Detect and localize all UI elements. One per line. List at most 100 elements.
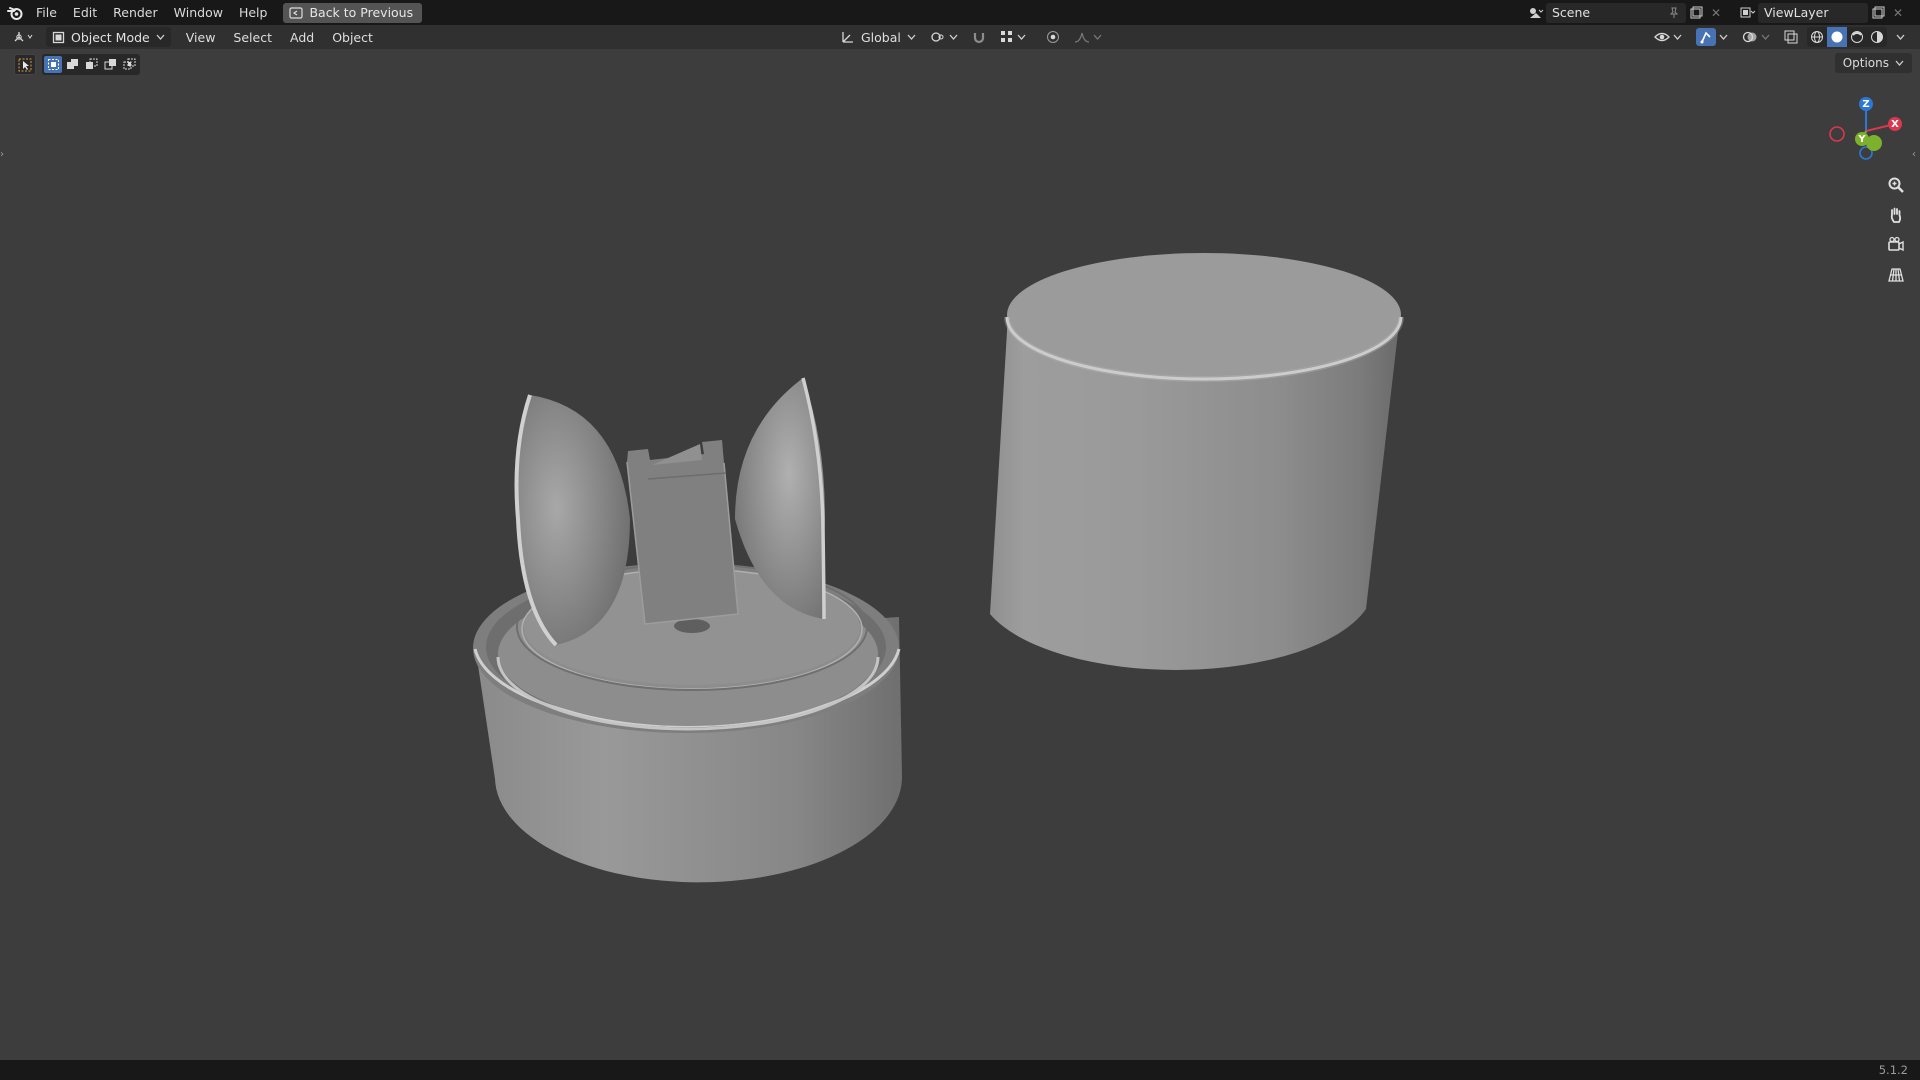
material-sphere-icon	[1851, 31, 1863, 43]
back-to-previous-label: Back to Previous	[309, 5, 414, 20]
menu-file[interactable]: File	[28, 0, 65, 25]
viewport-header: Object Mode View Select Add Object Globa…	[0, 25, 1920, 49]
visibility-dropdown[interactable]	[1649, 27, 1687, 47]
3d-viewport-icon	[14, 32, 33, 42]
eye-selectability-icon	[1654, 32, 1670, 42]
wireframe-sphere-icon	[1811, 31, 1823, 43]
new-view-layer-icon[interactable]	[1868, 3, 1888, 23]
screen-back-icon	[289, 6, 304, 19]
zoom-icon[interactable]	[1883, 173, 1909, 197]
sidebar-expand-icon[interactable]: ‹	[1912, 149, 1920, 165]
select-intersect-button[interactable]	[120, 56, 138, 73]
rendered-shading-button[interactable]	[1867, 27, 1887, 47]
select-new-icon	[47, 59, 59, 70]
gizmo-toggle[interactable]	[1691, 27, 1733, 47]
pan-hand-icon[interactable]	[1883, 203, 1909, 227]
header-menu-add[interactable]: Add	[285, 27, 319, 47]
header-menu-object[interactable]: Object	[327, 27, 378, 47]
select-subtract-icon	[85, 58, 97, 69]
xray-toggle[interactable]	[1779, 27, 1803, 47]
status-bar: 5.1.2	[0, 1060, 1920, 1080]
chevron-down-icon	[907, 34, 916, 40]
pivot-point-dropdown[interactable]	[925, 27, 963, 47]
cursor-arrow-icon	[18, 58, 32, 71]
view-layer-name-field[interactable]: ViewLayer	[1758, 2, 1868, 23]
delete-view-layer-icon[interactable]: ✕	[1888, 3, 1908, 23]
select-tool-button[interactable]	[14, 54, 36, 75]
overlays-toggle[interactable]	[1737, 27, 1775, 47]
select-subtract-button[interactable]	[82, 56, 100, 73]
back-to-previous-button[interactable]: Back to Previous	[283, 2, 423, 23]
solid-sphere-icon	[1831, 31, 1843, 43]
solid-shading-button[interactable]	[1827, 27, 1847, 47]
transform-orientation-dropdown[interactable]: Global	[836, 27, 921, 47]
snap-toggle[interactable]	[967, 27, 991, 47]
chevron-down-icon	[156, 34, 165, 40]
scene-browse-icon[interactable]	[1526, 3, 1546, 23]
camera-view-icon[interactable]	[1883, 233, 1909, 257]
select-invert-icon	[104, 59, 116, 70]
select-new-button[interactable]	[44, 56, 62, 73]
cylinder-object[interactable]	[990, 253, 1404, 670]
scene-name-field[interactable]: Scene	[1546, 2, 1686, 23]
pin-icon[interactable]	[1668, 7, 1680, 19]
shading-mode-group	[1807, 27, 1887, 47]
select-invert-button[interactable]	[101, 56, 119, 73]
snap-grid-icon	[1000, 31, 1012, 42]
scene-canvas[interactable]	[0, 49, 1920, 1060]
chevron-down-icon	[1017, 34, 1026, 40]
magnet-icon	[973, 33, 984, 44]
material-shading-button[interactable]	[1847, 27, 1867, 47]
navigation-buttons	[1883, 173, 1909, 287]
chevron-down-icon	[1895, 60, 1904, 66]
gizmo-axis-y-label[interactable]: Y	[1855, 132, 1869, 146]
editor-type-button[interactable]	[8, 27, 40, 47]
menu-window[interactable]: Window	[166, 0, 231, 25]
transform-orientation-label: Global	[861, 29, 901, 45]
view-layer-browse-icon[interactable]	[1738, 3, 1758, 23]
header-menu-view[interactable]: View	[181, 27, 221, 47]
blender-logo-icon[interactable]	[2, 0, 28, 25]
menu-render[interactable]: Render	[105, 0, 166, 25]
chevron-down-icon	[1761, 34, 1770, 40]
chevron-down-icon	[1093, 34, 1102, 40]
proportional-edit-toggle[interactable]	[1041, 27, 1065, 47]
top-bar: File Edit Render Window Help Back to Pre…	[0, 0, 1920, 25]
options-label: Options	[1842, 56, 1889, 70]
chevron-down-icon	[1896, 34, 1905, 40]
header-menu-select[interactable]: Select	[228, 27, 277, 47]
new-scene-icon[interactable]	[1686, 3, 1706, 23]
selection-mode-group	[42, 54, 140, 75]
3d-viewport[interactable]: › ‹ Z X Y	[0, 49, 1920, 1060]
delete-scene-icon[interactable]: ✕	[1706, 3, 1726, 23]
select-extend-icon	[66, 59, 78, 69]
gizmo-axis-z-label[interactable]: Z	[1859, 97, 1873, 111]
xray-icon	[1784, 30, 1798, 44]
center-holder-object[interactable]	[626, 440, 739, 633]
object-mode-dropdown[interactable]: Object Mode	[46, 27, 171, 47]
navigation-gizmo[interactable]: Z X Y	[1820, 88, 1910, 168]
shading-options-dropdown[interactable]	[1891, 27, 1910, 47]
gizmo-axis-x-label[interactable]: X	[1888, 117, 1902, 131]
scene-name: Scene	[1552, 5, 1591, 20]
perspective-grid-icon[interactable]	[1883, 263, 1909, 287]
options-dropdown[interactable]: Options	[1834, 53, 1912, 73]
proportional-falloff-dropdown[interactable]	[1069, 27, 1107, 47]
select-intersect-icon	[123, 58, 135, 70]
view-layer-name: ViewLayer	[1764, 5, 1829, 20]
chevron-down-icon	[1719, 34, 1728, 40]
wireframe-shading-button[interactable]	[1807, 27, 1827, 47]
toolbar-expand-icon[interactable]: ›	[0, 149, 8, 165]
view-layer-selector[interactable]: ViewLayer ✕	[1738, 2, 1908, 23]
version-label: 5.1.2	[1878, 1063, 1908, 1077]
select-extend-button[interactable]	[63, 56, 81, 73]
menu-edit[interactable]: Edit	[65, 0, 105, 25]
chevron-down-icon	[1673, 34, 1682, 40]
transform-controls: Global	[836, 27, 1107, 47]
menu-help[interactable]: Help	[231, 0, 276, 25]
object-mode-icon	[52, 31, 65, 43]
scene-selector[interactable]: Scene ✕	[1526, 2, 1726, 23]
orientation-icon	[842, 32, 853, 43]
gizmo-icon	[1696, 28, 1716, 46]
snap-target-dropdown[interactable]	[995, 27, 1031, 47]
